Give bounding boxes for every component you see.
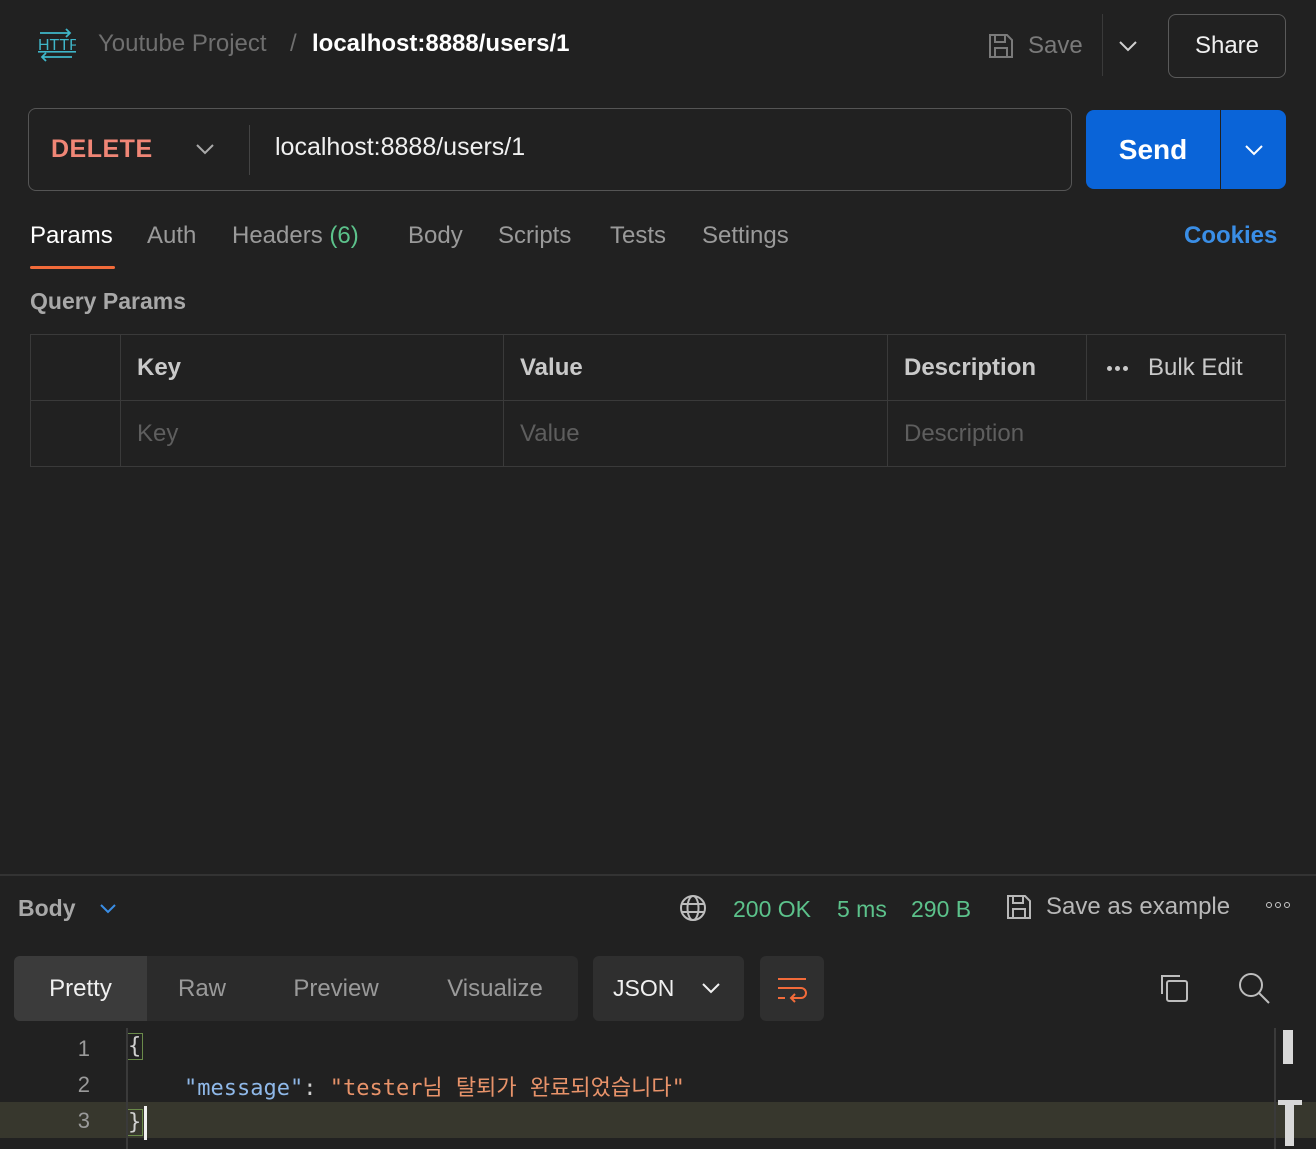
view-tab-pretty[interactable]: Pretty	[14, 956, 147, 1021]
url-input[interactable]	[275, 133, 1035, 162]
gutter-line	[126, 1028, 128, 1149]
checkbox-column-header	[31, 335, 121, 401]
wrap-icon	[778, 977, 807, 1003]
value-input[interactable]	[520, 420, 887, 448]
method-select[interactable]: DELETE	[51, 135, 153, 164]
bulk-edit-area: Bulk Edit	[1089, 335, 1243, 401]
tab-settings[interactable]: Settings	[702, 222, 789, 250]
tab-tests[interactable]: Tests	[610, 222, 666, 250]
line-number: 1	[77, 1036, 90, 1061]
scrollbar[interactable]	[1274, 1028, 1276, 1149]
column-header-value: Value	[504, 335, 888, 401]
response-divider[interactable]	[0, 874, 1316, 876]
code-line: 1 {	[0, 1030, 1316, 1066]
json-key: "message"	[184, 1076, 304, 1101]
row-checkbox-cell	[31, 401, 121, 467]
close-brace: }	[126, 1109, 144, 1136]
code-text: "message": "tester님 탈퇴가 완료되었습니다"	[184, 1070, 685, 1102]
chevron-down-icon	[1244, 144, 1263, 155]
code-line: 2 "message": "tester님 탈퇴가 완료되었습니다"	[0, 1066, 1316, 1102]
tab-params[interactable]: Params	[30, 222, 113, 250]
save-example-icon	[1007, 895, 1031, 919]
chevron-down-icon	[100, 903, 116, 913]
tab-scripts[interactable]: Scripts	[498, 222, 571, 250]
cookies-link[interactable]: Cookies	[1184, 222, 1277, 250]
chevron-down-icon	[702, 983, 720, 994]
copy-icon[interactable]	[1156, 970, 1192, 1006]
url-divider	[249, 125, 250, 175]
header: HTTP Youtube Project / localhost:8888/us…	[0, 0, 1316, 90]
response-status[interactable]: 200 OK	[733, 896, 811, 923]
format-label: JSON	[613, 975, 675, 1001]
save-divider	[1102, 14, 1103, 76]
tab-body[interactable]: Body	[408, 222, 463, 250]
send-button[interactable]: Send	[1086, 110, 1220, 189]
breadcrumb-separator: /	[290, 30, 297, 57]
response-more-icon[interactable]	[1266, 902, 1290, 908]
view-tab-raw[interactable]: Raw	[154, 956, 250, 1021]
response-code-view[interactable]: 1 { 2 "message": "tester님 탈퇴가 완료되었습니다" 3…	[0, 1028, 1316, 1149]
tab-auth[interactable]: Auth	[147, 222, 196, 250]
response-size[interactable]: 290 B	[911, 896, 971, 923]
method-dropdown-button[interactable]	[189, 133, 221, 165]
code-text: }	[126, 1106, 148, 1140]
http-icon: HTTP	[38, 28, 76, 62]
scrollbar-thumb[interactable]	[1283, 1030, 1293, 1064]
column-header-key: Key	[121, 335, 504, 401]
open-brace: {	[126, 1033, 144, 1060]
tab-headers[interactable]: Headers (6)	[232, 222, 359, 250]
code-text: {	[126, 1033, 144, 1060]
chevron-down-icon	[1119, 41, 1137, 52]
save-options-button[interactable]	[1112, 30, 1144, 62]
chevron-down-icon	[196, 144, 214, 155]
table-row	[31, 401, 1285, 467]
view-tab-preview[interactable]: Preview	[274, 956, 398, 1021]
svg-text:HTTP: HTTP	[38, 37, 76, 54]
bulk-edit-button[interactable]: Bulk Edit	[1148, 354, 1243, 382]
globe-icon[interactable]	[678, 893, 708, 923]
response-section-dropdown[interactable]	[94, 894, 122, 922]
line-number: 3	[77, 1108, 90, 1133]
key-input[interactable]	[137, 420, 503, 448]
format-select[interactable]: JSON	[593, 956, 744, 1021]
request-tabs: Params Auth Headers (6) Body Scripts Tes…	[0, 216, 1316, 272]
params-table: Key Value Description Bulk Edit	[30, 334, 1286, 467]
response-view-tabs: Pretty Raw Preview Visualize	[14, 956, 578, 1021]
table-header-row: Key Value Description Bulk Edit	[31, 335, 1285, 401]
response-section-label[interactable]: Body	[18, 895, 76, 922]
code-line-current: 3 }	[0, 1102, 1316, 1140]
text-caret	[144, 1106, 148, 1140]
more-icon[interactable]	[1107, 365, 1128, 371]
scrollbar-marker	[1285, 1100, 1294, 1146]
key-cell	[121, 401, 504, 467]
response-time[interactable]: 5 ms	[837, 896, 887, 923]
search-icon[interactable]	[1236, 970, 1272, 1006]
wrap-lines-button[interactable]	[760, 956, 824, 1021]
json-colon: :	[303, 1076, 330, 1101]
json-string-value: "tester님 탈퇴가 완료되었습니다"	[329, 1076, 685, 1101]
tab-headers-count: (6)	[329, 222, 359, 249]
tab-headers-label: Headers	[232, 222, 323, 249]
url-bar: DELETE	[28, 108, 1072, 191]
save-as-example-button[interactable]: Save as example	[1004, 892, 1230, 922]
active-tab-indicator	[30, 266, 115, 269]
save-button[interactable]: Save	[986, 24, 1083, 68]
format-dropdown-chevron	[697, 974, 725, 1002]
breadcrumb-request-name[interactable]: localhost:8888/users/1	[312, 30, 569, 58]
view-tab-visualize[interactable]: Visualize	[430, 956, 560, 1021]
save-icon	[989, 34, 1013, 58]
column-header-description: Description	[888, 335, 1087, 401]
send-options-button[interactable]	[1221, 110, 1286, 189]
description-input[interactable]	[904, 420, 1285, 448]
query-params-title: Query Params	[30, 288, 186, 314]
save-as-example-label: Save as example	[1046, 893, 1231, 920]
save-label: Save	[1028, 32, 1083, 59]
value-cell	[504, 401, 888, 467]
description-cell	[888, 401, 1285, 467]
share-button[interactable]: Share	[1168, 14, 1286, 78]
breadcrumb-project[interactable]: Youtube Project	[98, 30, 267, 58]
line-number: 2	[77, 1072, 90, 1097]
